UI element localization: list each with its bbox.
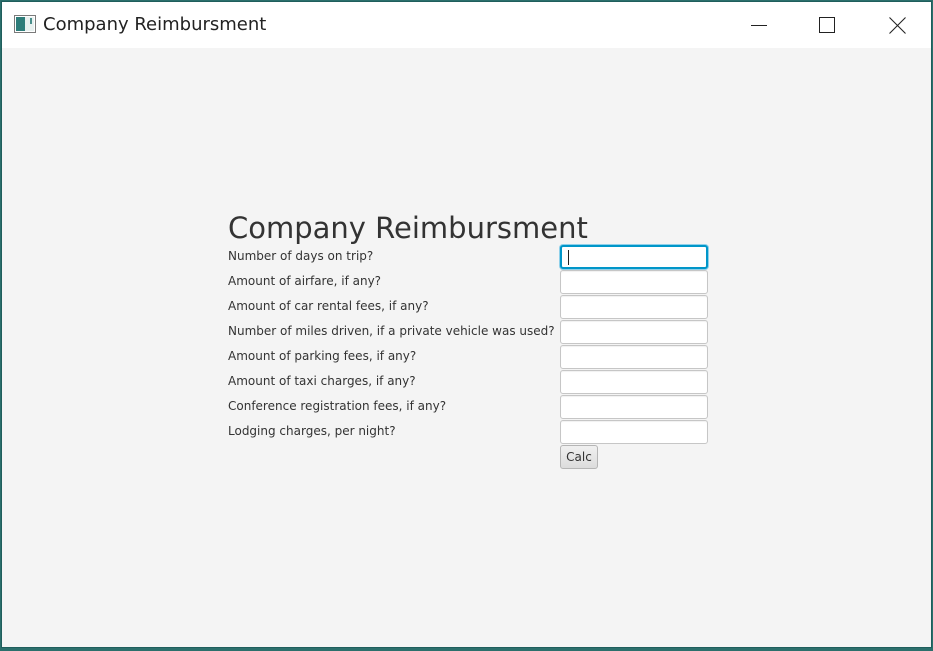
registration-label: Conference registration fees, if any? <box>228 399 447 413</box>
minimize-icon <box>751 17 767 33</box>
title-bar[interactable]: Company Reimbursment <box>2 2 931 48</box>
form-row-car-rental: Amount of car rental fees, if any? <box>228 295 712 320</box>
form-row-miles: Number of miles driven, if a private veh… <box>228 320 712 345</box>
form-row-airfare: Amount of airfare, if any? <box>228 270 712 295</box>
app-icon <box>14 15 36 33</box>
miles-label: Number of miles driven, if a private veh… <box>228 324 555 338</box>
taxi-input[interactable] <box>560 370 708 394</box>
airfare-label: Amount of airfare, if any? <box>228 274 382 288</box>
taxi-label: Amount of taxi charges, if any? <box>228 374 416 388</box>
form-title: Company Reimbursment <box>228 211 588 245</box>
text-caret <box>568 250 569 265</box>
form-row-days: Number of days on trip? <box>228 245 712 270</box>
close-button[interactable] <box>864 2 930 48</box>
window-title: Company Reimbursment <box>43 14 267 35</box>
calc-button[interactable]: Calc <box>560 445 598 469</box>
maximize-button[interactable] <box>794 2 860 48</box>
lodging-input[interactable] <box>560 420 708 444</box>
form-row-parking: Amount of parking fees, if any? <box>228 345 712 370</box>
days-input[interactable] <box>560 245 708 269</box>
minimize-button[interactable] <box>726 2 792 48</box>
app-window: Company Reimbursment Company Reimbursmen… <box>1 1 932 648</box>
airfare-input[interactable] <box>560 270 708 294</box>
form-row-lodging: Lodging charges, per night? <box>228 420 712 445</box>
miles-input[interactable] <box>560 320 708 344</box>
form-row-registration: Conference registration fees, if any? <box>228 395 712 420</box>
car-rental-input[interactable] <box>560 295 708 319</box>
close-icon <box>888 16 906 34</box>
parking-input[interactable] <box>560 345 708 369</box>
days-label: Number of days on trip? <box>228 249 374 263</box>
lodging-label: Lodging charges, per night? <box>228 424 396 438</box>
parking-label: Amount of parking fees, if any? <box>228 349 417 363</box>
car-rental-label: Amount of car rental fees, if any? <box>228 299 429 313</box>
registration-input[interactable] <box>560 395 708 419</box>
form-row-taxi: Amount of taxi charges, if any? <box>228 370 712 395</box>
maximize-icon <box>819 17 835 33</box>
